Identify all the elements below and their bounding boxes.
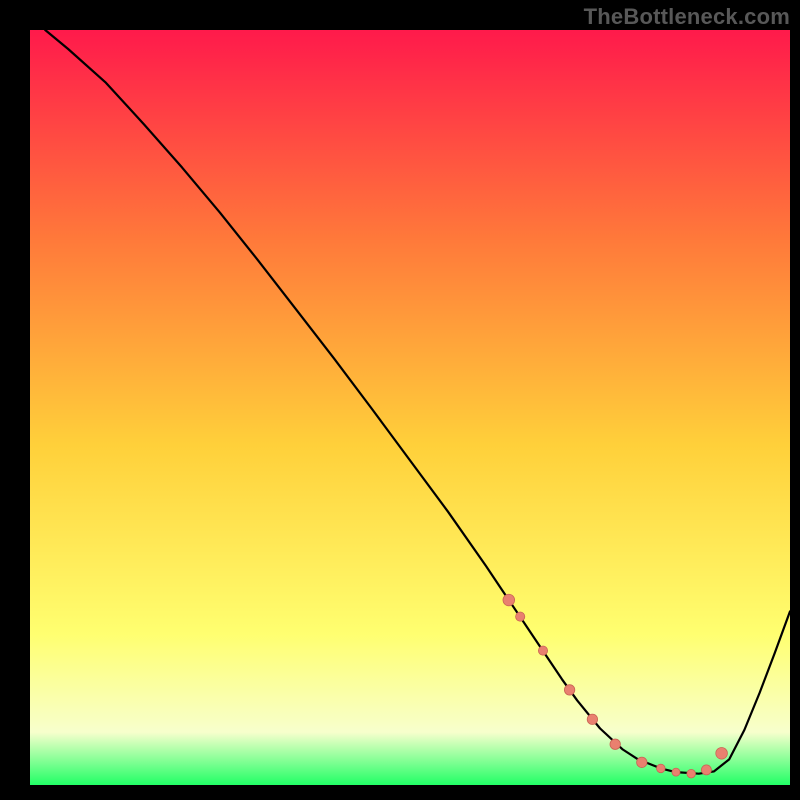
marker-dot [503, 594, 515, 606]
marker-dot [564, 685, 574, 695]
marker-dot [672, 768, 680, 776]
marker-dot [516, 612, 525, 621]
marker-dot [687, 769, 696, 778]
marker-dot [657, 764, 666, 773]
marker-dot [610, 739, 620, 749]
marker-dot [701, 765, 711, 775]
marker-dot [637, 757, 647, 767]
bottleneck-chart [0, 0, 800, 800]
chart-stage: TheBottleneck.com [0, 0, 800, 800]
marker-dot [716, 747, 728, 759]
marker-dot [538, 646, 547, 655]
watermark-text: TheBottleneck.com [584, 4, 790, 30]
gradient-plot-area [30, 30, 790, 785]
marker-dot [587, 714, 597, 724]
